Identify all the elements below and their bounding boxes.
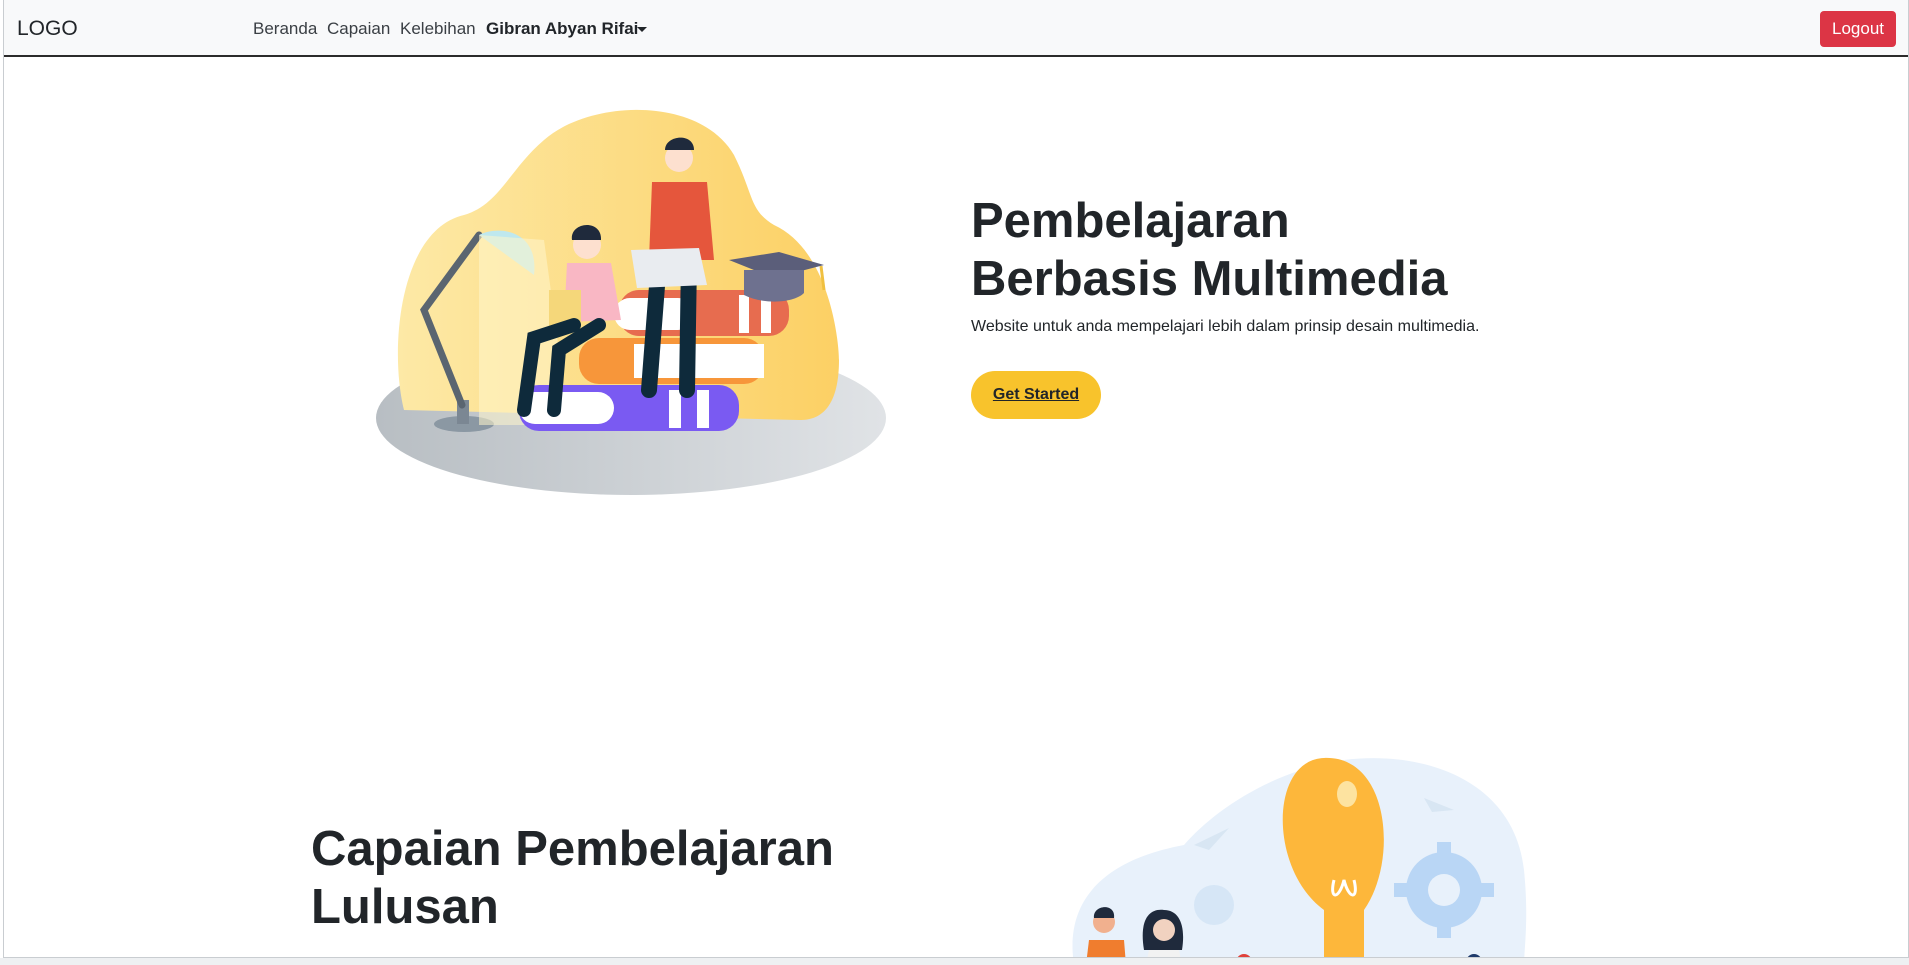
hero-subtitle: Website untuk anda mempelajari lebih dal…	[971, 318, 1480, 335]
window-bottom-edge	[0, 958, 1909, 965]
user-dropdown-toggle[interactable]: Gibran Abyan Rifai	[486, 19, 638, 39]
hero-title: Pembelajaran Berbasis Multimedia	[971, 192, 1531, 308]
logout-button[interactable]: Logout	[1820, 11, 1896, 47]
nav-link-kelebihan[interactable]: Kelebihan	[400, 19, 476, 39]
hero-illustration	[376, 109, 886, 495]
hero-title-line-2: Berbasis Multimedia	[971, 252, 1448, 306]
chevron-down-icon[interactable]	[637, 27, 647, 32]
section-title-line-2: Lulusan	[311, 880, 499, 934]
section-title-line-1: Capaian Pembelajaran	[311, 822, 834, 876]
brand-logo[interactable]: LOGO	[17, 17, 78, 41]
nav-link-capaian[interactable]: Capaian	[327, 19, 390, 39]
browser-viewport: LOGO Beranda Capaian Kelebihan Gibran Ab…	[3, 0, 1909, 958]
get-started-button[interactable]: Get Started	[971, 371, 1101, 419]
section-title-capaian: Capaian Pembelajaran Lulusan	[311, 820, 911, 936]
decorative-circle	[1194, 885, 1234, 925]
nav-link-beranda[interactable]: Beranda	[253, 19, 317, 39]
lightbulb-illustration	[1072, 757, 1527, 957]
top-navbar: LOGO Beranda Capaian Kelebihan Gibran Ab…	[4, 0, 1908, 57]
hero-title-line-1: Pembelajaran	[971, 194, 1290, 248]
